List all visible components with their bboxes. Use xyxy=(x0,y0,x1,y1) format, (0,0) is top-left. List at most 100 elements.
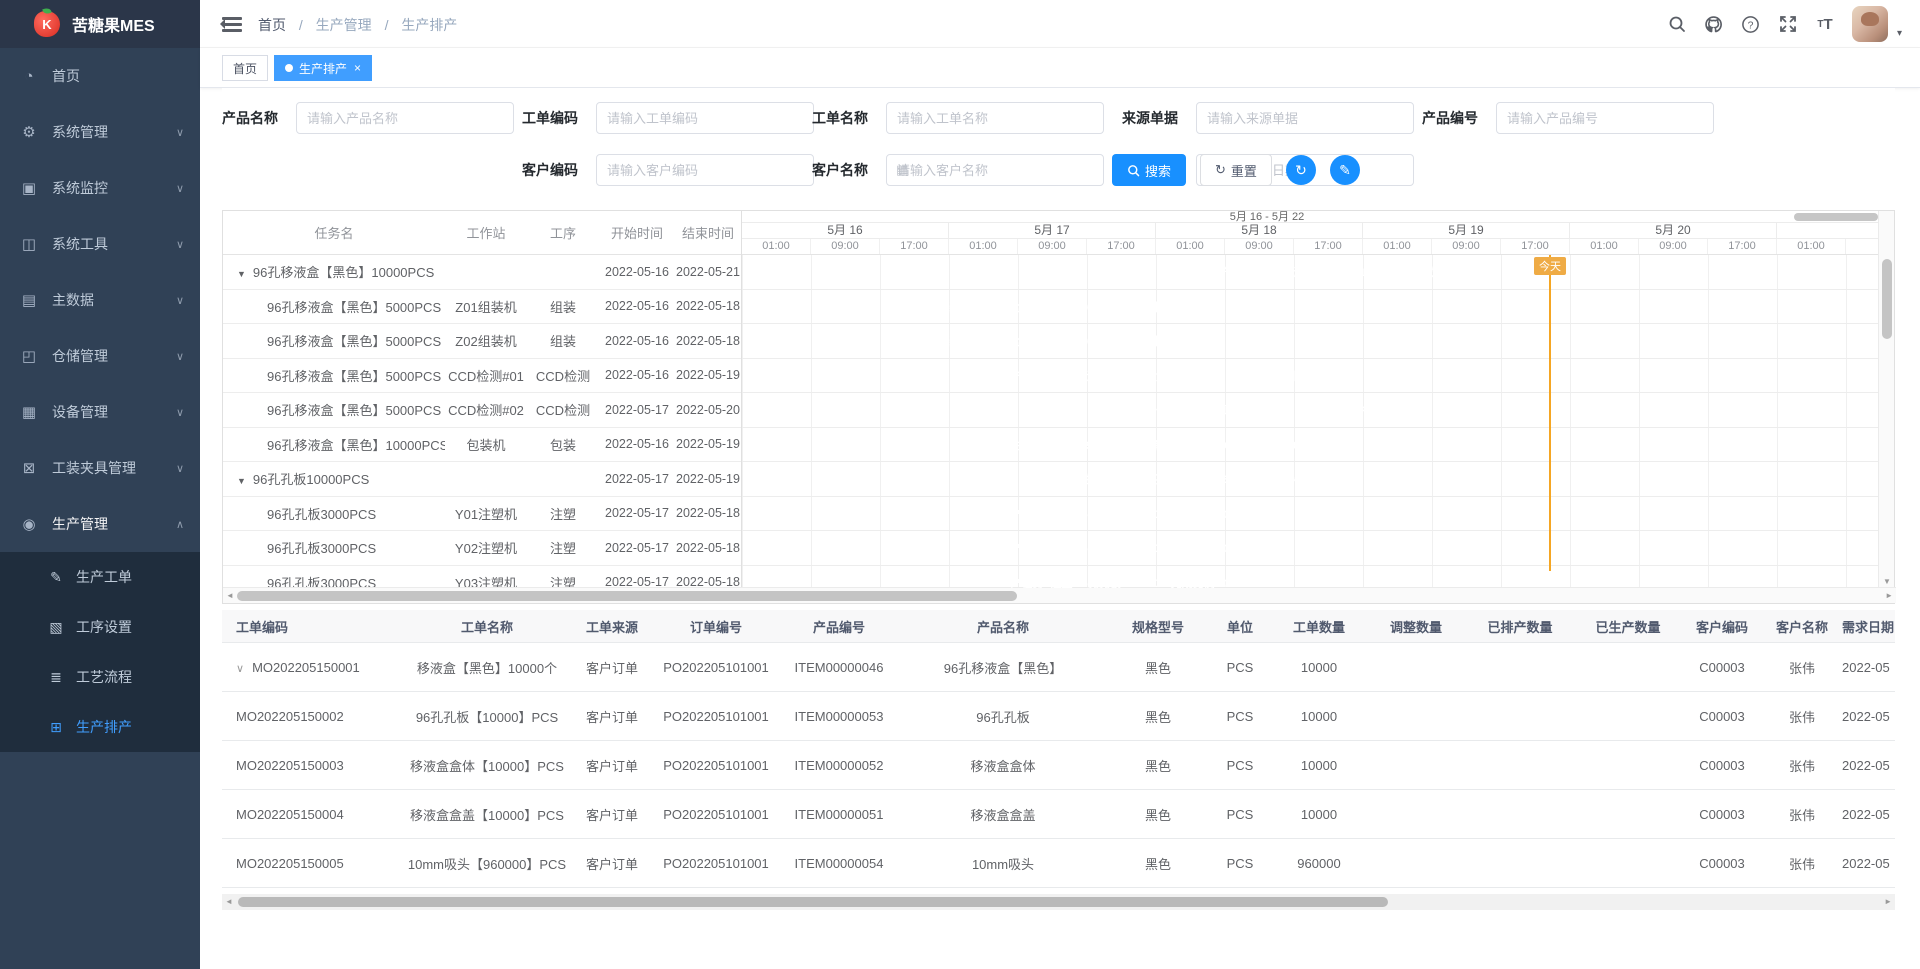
github-icon[interactable] xyxy=(1704,14,1724,34)
gantt-bar[interactable]: 生产任务: 注塑 96孔孔板3000PCS 完成比例: 0% xyxy=(1010,539,1227,557)
app-logo[interactable]: K 苦糖果MES xyxy=(0,0,200,48)
timeline-hour-label: 09:00 xyxy=(1432,239,1501,254)
sidebar-item[interactable]: ◫ 系统工具 ∨ xyxy=(0,216,200,272)
sidebar-item[interactable]: ⚙ 系统管理 ∨ xyxy=(0,104,200,160)
task-process: CCD检测 xyxy=(527,400,599,419)
gantt-bar[interactable]: 生产任务: CCD检测 96孔移液盒【黑色】5000PCS 完成比例: 0% xyxy=(942,401,1643,419)
gantt-task-row[interactable]: ▼96孔移液盒【黑色】5000PCS CCD检测#01 CCD检测 2022-0… xyxy=(223,359,741,394)
page-tab[interactable]: 首页 × xyxy=(222,55,268,81)
task-station: 包装机 xyxy=(445,435,527,454)
sidebar-collapse-icon[interactable] xyxy=(222,14,242,34)
filter-input[interactable] xyxy=(296,102,514,134)
sidebar-item[interactable]: ▦ 设备管理 ∨ xyxy=(0,384,200,440)
help-icon[interactable]: ? xyxy=(1741,14,1761,34)
filter-input[interactable] xyxy=(1496,102,1714,134)
timeline-hour-label: 01:00 xyxy=(1570,239,1639,254)
page-tab[interactable]: 生产排产 × xyxy=(274,55,372,81)
scroll-right-icon[interactable]: ► xyxy=(1885,591,1893,600)
gantt-bar[interactable]: 生产任务: 组装 96孔移液盒【黑色】5000PCS 完成比例: 0% xyxy=(841,332,1227,350)
timeline-day-band: 5月 165月 175月 185月 195月 20 xyxy=(742,223,1879,239)
breadcrumb-level1[interactable]: 生产管理 xyxy=(316,17,372,33)
task-name: 96孔孔板3000PCS xyxy=(267,541,376,556)
gantt-task-row[interactable]: ▼96孔移液盒【黑色】5000PCS Z01组装机 组装 2022-05-16 … xyxy=(223,290,741,325)
sidebar-item[interactable]: ⊠ 工装夹具管理 ∨ xyxy=(0,440,200,496)
cell-quantity: 960000 xyxy=(1272,856,1366,871)
filter-field: 客户编码 xyxy=(522,154,814,186)
work-order-link[interactable]: MO202205150001 xyxy=(252,660,360,675)
orders-table-header: 工单编码 工单名称 工单来源 订单编号 产品编号 产品名称 规格型号 单位 工单… xyxy=(222,610,1895,643)
filter-buttons: 搜索 ↻ 重置 ↻ ✎ xyxy=(1112,154,1360,186)
work-order-link[interactable]: MO202205150005 xyxy=(236,856,344,871)
breadcrumb-level2[interactable]: 生产排产 xyxy=(401,17,457,33)
scroll-left-icon[interactable]: ◄ xyxy=(225,897,233,906)
scroll-down-icon[interactable]: ▼ xyxy=(1879,577,1895,586)
gantt-task-row[interactable]: ▼96孔移液盒【黑色】10000PCS 包装机 包装 2022-05-16 20… xyxy=(223,428,741,463)
sidebar-item[interactable]: ◉ 生产管理 ∧ xyxy=(0,496,200,552)
work-order-link[interactable]: MO202205150004 xyxy=(236,807,344,822)
sidebar-item[interactable]: ▣ 系统监控 ∨ xyxy=(0,160,200,216)
gantt-task-row[interactable]: ▼96孔孔板10000PCS 2022-05-17 2022-05-19 xyxy=(223,462,741,497)
timeline-scroll-thumb[interactable] xyxy=(1794,213,1878,221)
gantt-bar[interactable]: 生产任务: 包装 96孔移液盒【黑色】10000PCS 完成比例: 0% xyxy=(808,436,1511,454)
expand-caret-icon[interactable]: ▼ xyxy=(237,269,246,279)
row-expand-icon[interactable]: ∨ xyxy=(236,663,244,675)
search-button[interactable]: 搜索 xyxy=(1112,154,1186,186)
gantt-bar[interactable]: 生产任务: CCD检测 96孔移液盒【黑色】5000PCS 完成比例: 0% xyxy=(808,367,1511,385)
gantt-task-row[interactable]: ▼96孔孔板3000PCS Y02注塑机 注塑 2022-05-17 2022-… xyxy=(223,531,741,566)
sidebar-item[interactable]: ◰ 仓储管理 ∨ xyxy=(0,328,200,384)
gantt-bar[interactable]: 生产任务: 组装 96孔移液盒【黑色】5000PCS 完成比例: 0% xyxy=(841,298,1227,316)
gantt-task-row[interactable]: ▼96孔移液盒【黑色】10000PCS 2022-05-16 2022-05-2… xyxy=(223,255,741,290)
gantt-bar[interactable]: 生产工单: 96孔移液盒【黑色】10000PCS 完成比例: 0% xyxy=(808,263,1879,281)
submenu-item-label: 生产排产 xyxy=(76,717,132,737)
cell-spec: 黑色 xyxy=(1108,854,1208,873)
gantt-task-row[interactable]: ▼96孔移液盒【黑色】5000PCS Z02组装机 组装 2022-05-16 … xyxy=(223,324,741,359)
sidebar-subitem[interactable]: ≣ 工艺流程 xyxy=(0,652,200,702)
gantt-bar[interactable]: 生产工单: 96孔孔板10000PCS 完成比例: 0% xyxy=(1010,470,1371,488)
avatar[interactable] xyxy=(1852,6,1888,42)
gantt-task-row[interactable]: ▼96孔移液盒【黑色】5000PCS CCD检测#02 CCD检测 2022-0… xyxy=(223,393,741,428)
sidebar-item[interactable]: ▤ 主数据 ∨ xyxy=(0,272,200,328)
scrollbar-thumb[interactable] xyxy=(238,897,1388,907)
sidebar-subitem[interactable]: ✎ 生产工单 xyxy=(0,552,200,602)
gantt-bar[interactable]: 生产任务: 注塑 96孔孔板3000PCS 完成比例: 0% xyxy=(1010,505,1227,523)
filter-input[interactable] xyxy=(596,102,814,134)
breadcrumb-home[interactable]: 首页 xyxy=(258,17,286,33)
search-icon[interactable] xyxy=(1667,14,1687,34)
sidebar-subitem[interactable]: ▧ 工序设置 xyxy=(0,602,200,652)
gantt-vertical-scrollbar[interactable]: ▼ xyxy=(1878,211,1894,588)
edit-button[interactable]: ✎ xyxy=(1330,155,1360,185)
page-tabbar: 首页 × 生产排产 × xyxy=(200,48,1920,88)
fullscreen-icon[interactable] xyxy=(1778,14,1798,34)
sidebar-subitem[interactable]: ⊞ 生产排产 xyxy=(0,702,200,752)
filter-input[interactable] xyxy=(596,154,814,186)
cell-quantity: 10000 xyxy=(1272,660,1366,675)
task-station: Y03注塑机 xyxy=(445,573,527,588)
tab-close-icon[interactable]: × xyxy=(354,61,361,75)
filter-input[interactable] xyxy=(886,102,1104,134)
work-order-link[interactable]: MO202205150002 xyxy=(236,709,344,724)
submenu-item-label: 工艺流程 xyxy=(76,667,132,687)
scrollbar-thumb[interactable] xyxy=(237,591,1017,601)
orders-horizontal-scrollbar[interactable]: ◄ ► xyxy=(222,894,1895,910)
filter-input[interactable] xyxy=(1196,102,1414,134)
sidebar-item[interactable]: ◔ 首页 xyxy=(0,48,200,104)
scrollbar-thumb[interactable] xyxy=(1882,259,1892,339)
task-start: 2022-05-16 xyxy=(599,437,675,451)
refresh-button[interactable]: ↻ xyxy=(1286,155,1316,185)
gantt-grid-header: 任务名 工作站 工序 开始时间 结束时间 xyxy=(223,211,741,255)
reset-button[interactable]: ↻ 重置 xyxy=(1200,154,1272,186)
menu-item-icon: ▣ xyxy=(20,179,38,197)
work-order-link[interactable]: MO202205150003 xyxy=(236,758,344,773)
menu-item-label: 生产管理 xyxy=(52,514,176,534)
cell-demand-date: 2022-05 xyxy=(1842,758,1895,773)
gantt-horizontal-scrollbar[interactable]: ◄ ► xyxy=(223,587,1896,603)
filter-input[interactable] xyxy=(886,154,1104,186)
gantt-task-row[interactable]: ▼96孔孔板3000PCS Y03注塑机 注塑 2022-05-17 2022-… xyxy=(223,566,741,589)
gantt-bar[interactable]: 生产任务: 注塑 96孔孔板3000PCS 完成比例: 0% xyxy=(1010,574,1227,589)
scroll-left-icon[interactable]: ◄ xyxy=(226,591,234,600)
avatar-caret-icon[interactable]: ▾ xyxy=(1897,28,1902,39)
scroll-right-icon[interactable]: ► xyxy=(1884,897,1892,906)
expand-caret-icon[interactable]: ▼ xyxy=(237,476,246,486)
gantt-task-row[interactable]: ▼96孔孔板3000PCS Y01注塑机 注塑 2022-05-17 2022-… xyxy=(223,497,741,532)
font-size-icon[interactable]: TT xyxy=(1815,14,1835,34)
